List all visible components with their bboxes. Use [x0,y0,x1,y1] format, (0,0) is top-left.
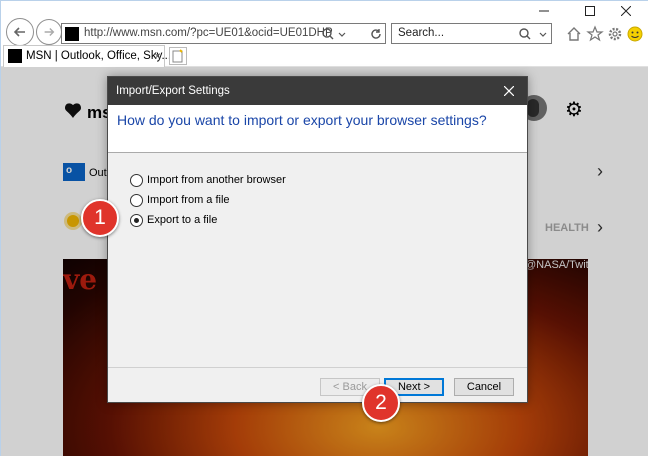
step-marker-1: 1 [81,199,119,237]
dialog-titlebar: Import/Export Settings [108,77,527,105]
tab-msn[interactable]: MSN | Outlook, Office, Sky... × [3,45,171,67]
new-tab-button[interactable] [169,47,187,65]
star-icon[interactable] [586,25,604,43]
chevron-down-icon[interactable] [536,27,550,41]
step-marker-2: 2 [362,384,400,422]
forward-button[interactable] [36,19,62,45]
arrow-right-icon [44,28,55,36]
smiley-icon[interactable] [626,25,644,43]
tab-title: MSN | Outlook, Office, Sky... [26,50,172,62]
close-window-button[interactable] [603,1,648,21]
address-bar-row: http://www.msn.com/?pc=UE01&ocid=UE01DHP… [1,1,648,46]
minimize-icon [539,10,549,12]
home-icon[interactable] [565,25,583,43]
chevron-down-icon[interactable] [335,27,349,41]
refresh-icon[interactable] [369,27,383,41]
dialog-title: Import/Export Settings [116,85,230,97]
maximize-icon [585,6,595,16]
search-box[interactable]: Search... [391,23,552,44]
browser-window: http://www.msn.com/?pc=UE01&ocid=UE01DHP… [0,0,648,456]
dialog-separator [108,367,527,368]
msn-favicon-icon [65,27,79,41]
address-field[interactable]: http://www.msn.com/?pc=UE01&ocid=UE01DHP [61,23,386,44]
dialog-body: Import from another browser Import from … [108,154,527,367]
tab-close-button[interactable]: × [154,49,161,63]
option-label[interactable]: Import from a file [147,194,230,206]
close-icon [621,6,631,16]
back-button[interactable] [6,18,34,46]
dialog-question: How do you want to import or export your… [117,112,487,128]
radio-import-file[interactable] [130,194,143,207]
tab-strip: MSN | Outlook, Office, Sky... × [1,45,648,67]
close-icon [504,86,514,96]
import-export-dialog: Import/Export Settings How do you want t… [107,76,528,403]
radio-export-file[interactable] [130,214,143,227]
dialog-header: How do you want to import or export your… [108,105,527,153]
search-icon[interactable] [321,27,335,41]
search-input[interactable]: Search... [398,27,444,39]
dialog-close-button[interactable] [490,77,527,105]
new-tab-icon [172,49,183,63]
cancel-button[interactable]: Cancel [454,378,514,396]
arrow-left-icon [13,27,25,37]
minimize-button[interactable] [521,1,567,21]
option-label[interactable]: Import from another browser [147,174,286,186]
gear-icon[interactable] [606,25,624,43]
option-label[interactable]: Export to a file [147,214,217,226]
msn-favicon-icon [8,49,22,63]
address-url[interactable]: http://www.msn.com/?pc=UE01&ocid=UE01DHP [84,27,333,39]
search-icon[interactable] [518,27,532,41]
radio-import-browser[interactable] [130,174,143,187]
